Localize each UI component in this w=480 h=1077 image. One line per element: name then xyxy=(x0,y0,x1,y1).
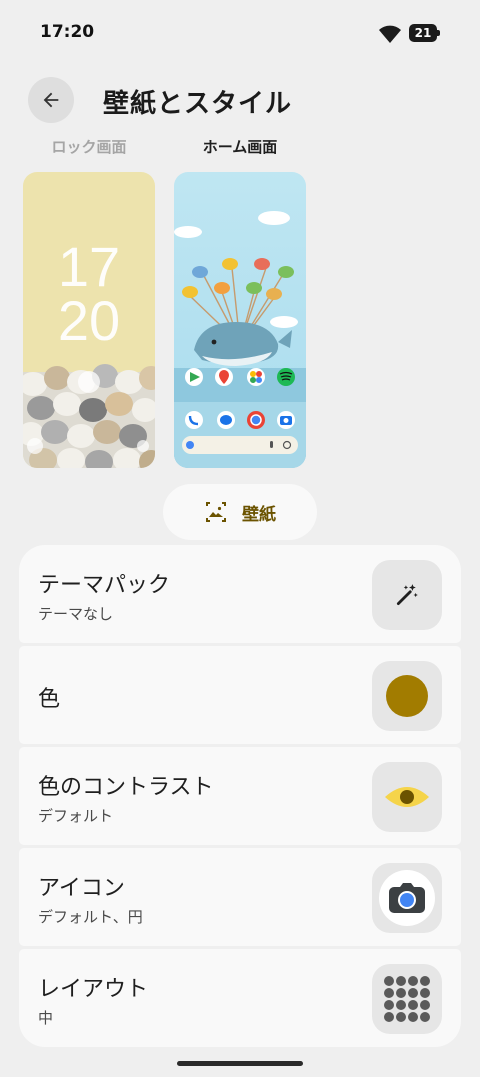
wallpaper-icon xyxy=(206,502,226,522)
status-time: 17:20 xyxy=(40,22,95,42)
battery-icon: 21 xyxy=(409,24,441,42)
setting-subtitle: テーマなし xyxy=(38,605,114,623)
lock-clock-hours: 17 xyxy=(57,235,121,298)
setting-title: 色のコントラスト xyxy=(38,775,214,800)
setting-color[interactable]: 色 xyxy=(19,646,461,744)
setting-subtitle: デフォルト、円 xyxy=(38,908,143,926)
setting-title: テーマパック xyxy=(38,573,171,598)
icons-icon-box xyxy=(372,863,442,933)
theme-pack-icon-box xyxy=(372,560,442,630)
status-bar: 17:20 21 xyxy=(0,0,480,64)
camera-icon-circle xyxy=(379,870,435,926)
magic-wand-icon xyxy=(396,584,418,606)
tab-home-screen[interactable]: ホーム画面 xyxy=(174,136,306,157)
battery-level: 21 xyxy=(414,26,432,40)
layout-icon-box xyxy=(372,964,442,1034)
lock-screen-preview[interactable]: 17 20 xyxy=(23,172,155,468)
camera-icon xyxy=(389,883,425,913)
setting-theme-pack[interactable]: テーマパック テーマなし xyxy=(19,545,461,643)
arrow-back-icon xyxy=(43,92,59,108)
setting-contrast[interactable]: 色のコントラスト デフォルト xyxy=(19,747,461,845)
contrast-icon-box xyxy=(372,762,442,832)
settings-list: テーマパック テーマなし 色 色のコントラスト デフォルト アイコン デフォルト… xyxy=(19,545,461,1050)
eye-icon xyxy=(385,787,429,807)
lock-clock-minutes: 20 xyxy=(57,289,121,352)
wifi-icon xyxy=(379,25,401,43)
setting-subtitle: デフォルト xyxy=(38,807,114,825)
setting-icons[interactable]: アイコン デフォルト、円 xyxy=(19,848,461,946)
page-title: 壁紙とスタイル xyxy=(103,89,293,119)
wallpaper-button[interactable]: 壁紙 xyxy=(163,484,317,540)
setting-layout[interactable]: レイアウト 中 xyxy=(19,949,461,1047)
setting-title: 色 xyxy=(38,687,61,712)
grid-icon xyxy=(384,976,430,1022)
color-swatch-icon xyxy=(386,675,428,717)
home-screen-preview[interactable] xyxy=(174,172,306,468)
color-icon-box xyxy=(372,661,442,731)
home-indicator[interactable] xyxy=(177,1061,303,1066)
wallpaper-button-label: 壁紙 xyxy=(242,504,276,525)
tab-lock-screen[interactable]: ロック画面 xyxy=(23,136,155,157)
setting-subtitle: 中 xyxy=(38,1009,54,1027)
setting-title: アイコン xyxy=(38,876,125,901)
back-button[interactable] xyxy=(28,77,74,123)
whale-birds-wallpaper-illustration xyxy=(174,211,306,468)
setting-title: レイアウト xyxy=(38,977,149,1002)
